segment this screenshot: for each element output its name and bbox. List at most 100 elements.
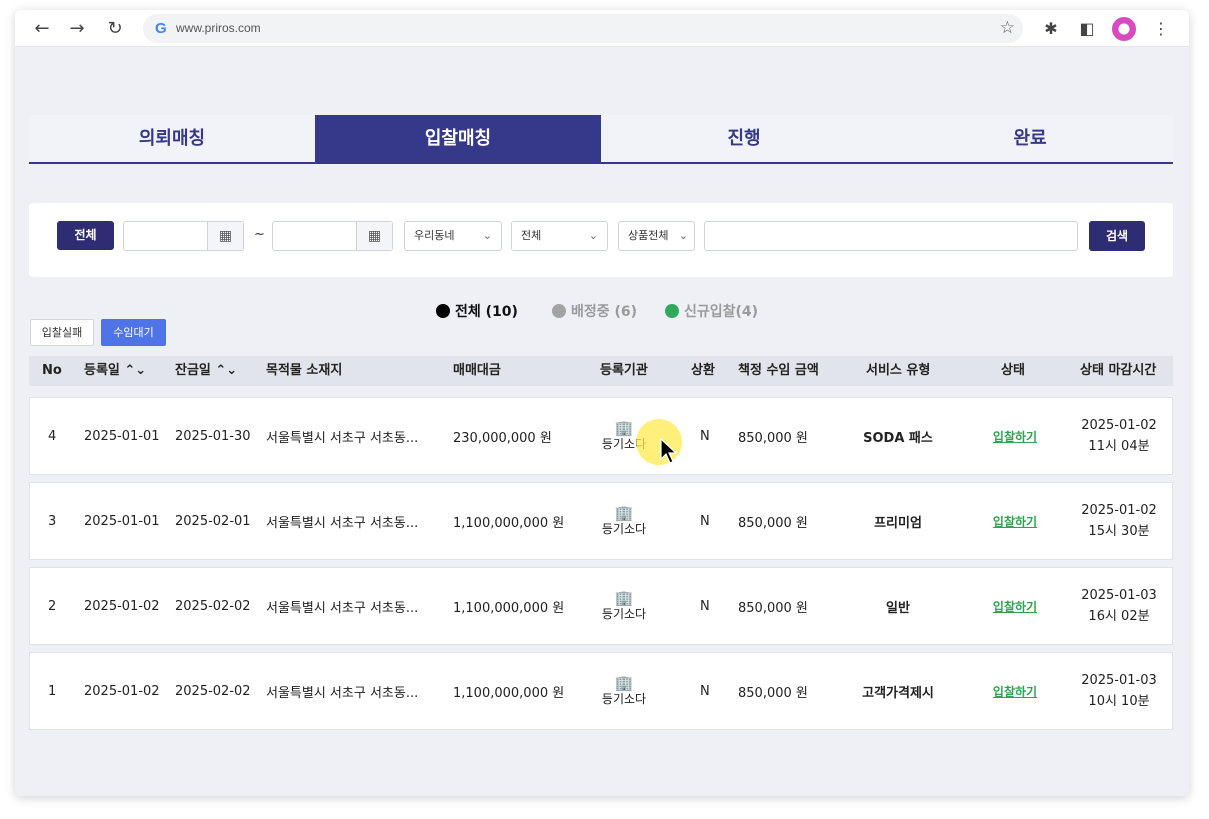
tab-bid-matching[interactable]: 입찰매칭 — [315, 115, 601, 162]
row-balance-date: 2025-02-02 — [175, 598, 251, 614]
row-agency: 🏢 등기소다 — [590, 483, 658, 559]
date-range-separator: ~ — [254, 227, 265, 242]
row-no: 2 — [48, 598, 57, 614]
profile-avatar-icon[interactable] — [1112, 17, 1136, 41]
row-deadline: 2025-01-02 11시 04분 — [1070, 398, 1168, 474]
row-service: 고객가격제시 — [862, 685, 934, 701]
col-deadline: 상태 마감시간 — [1080, 363, 1157, 378]
col-reg-date[interactable]: 등록일 ⌃⌄ — [84, 356, 146, 386]
bid-link[interactable]: 입찰하기 — [993, 428, 1037, 445]
product-select[interactable]: 상품전체 ⌄ — [618, 221, 695, 251]
forward-icon[interactable]: → — [66, 18, 88, 40]
row-no: 3 — [48, 513, 57, 529]
type-select[interactable]: 전체 ⌄ — [511, 221, 608, 251]
tab-in-progress[interactable]: 진행 — [601, 115, 887, 162]
row-status: 입찰하기 — [980, 653, 1050, 729]
row-fee: 850,000 원 — [738, 685, 808, 701]
row-location: 서울특별시 서초구 서초동... — [266, 515, 419, 531]
registry-building-icon: 🏢 — [614, 588, 634, 607]
table-row[interactable]: 1 2025-01-02 2025-02-02 서울특별시 서초구 서초동...… — [29, 652, 1173, 730]
row-repay: N — [700, 683, 710, 699]
calendar-icon[interactable]: ▦ — [356, 222, 392, 250]
row-agency-label: 등기소다 — [601, 521, 647, 536]
row-price: 1,100,000,000 원 — [453, 600, 565, 616]
deadline-time: 15시 30분 — [1088, 524, 1150, 539]
chevron-down-icon: ⌄ — [482, 229, 492, 242]
col-balance-date[interactable]: 잔금일 ⌃⌄ — [175, 356, 237, 386]
bid-link[interactable]: 입찰하기 — [993, 513, 1037, 530]
legend-assigning[interactable]: 배정중 (6) — [552, 301, 637, 321]
matching-tabs: 의뢰매칭 입찰매칭 진행 완료 — [29, 115, 1173, 164]
bookmark-star-icon[interactable]: ☆ — [1000, 18, 1015, 38]
legend-new-bid[interactable]: 신규입찰(4) — [665, 301, 758, 321]
row-balance-date: 2025-01-30 — [175, 428, 251, 444]
row-reg-date: 2025-01-02 — [84, 683, 160, 699]
more-menu-icon[interactable]: ⋮ — [1150, 18, 1172, 40]
bid-link[interactable]: 입찰하기 — [993, 683, 1037, 700]
row-repay: N — [700, 428, 710, 444]
extensions-icon[interactable]: ✱ — [1040, 18, 1062, 40]
back-icon[interactable]: ← — [31, 18, 53, 40]
all-filter-button[interactable]: 전체 — [57, 221, 114, 250]
legend-new-bid-label: 신규입찰(4) — [684, 304, 759, 320]
start-date-input[interactable]: ▦ — [123, 221, 244, 251]
tab-request-matching[interactable]: 의뢰매칭 — [29, 115, 315, 162]
awaiting-button[interactable]: 수임대기 — [101, 319, 166, 346]
table-row[interactable]: 4 2025-01-01 2025-01-30 서울특별시 서초구 서초동...… — [29, 397, 1173, 475]
col-service: 서비스 유형 — [866, 363, 931, 378]
bid-link[interactable]: 입찰하기 — [993, 598, 1037, 615]
type-select-value: 전체 — [521, 229, 542, 242]
row-agency: 🏢 등기소다 — [590, 568, 658, 644]
row-price: 1,100,000,000 원 — [453, 685, 565, 701]
reload-icon[interactable]: ↻ — [104, 18, 126, 40]
row-status: 입찰하기 — [980, 483, 1050, 559]
region-select[interactable]: 우리동네 ⌄ — [404, 221, 502, 251]
row-balance-date: 2025-02-01 — [175, 513, 251, 529]
deadline-date: 2025-01-03 — [1081, 588, 1157, 603]
search-input[interactable] — [704, 221, 1078, 251]
search-button[interactable]: 검색 — [1089, 221, 1145, 251]
row-status: 입찰하기 — [980, 398, 1050, 474]
row-service: SODA 패스 — [863, 430, 933, 446]
address-bar[interactable]: G www.priros.com ☆ — [143, 14, 1023, 43]
deadline-date: 2025-01-02 — [1081, 503, 1157, 518]
col-price: 매매대금 — [453, 363, 501, 378]
tab-completed[interactable]: 완료 — [887, 115, 1173, 162]
row-agency: 🏢 등기소다 — [590, 653, 658, 729]
deadline-date: 2025-01-03 — [1081, 673, 1157, 688]
table-header: No 등록일 ⌃⌄ 잔금일 ⌃⌄ 목적물 소재지 매매대금 등록기관 상환 책정… — [29, 356, 1173, 386]
row-service: 일반 — [886, 600, 910, 616]
row-agency-label: 등기소다 — [601, 691, 647, 706]
row-price: 230,000,000 원 — [453, 430, 552, 446]
legend-all[interactable]: 전체 (10) — [436, 301, 518, 321]
row-no: 4 — [48, 428, 57, 444]
row-location: 서울특별시 서초구 서초동... — [266, 430, 419, 446]
calendar-icon[interactable]: ▦ — [207, 222, 243, 250]
row-location: 서울특별시 서초구 서초동... — [266, 600, 419, 616]
deadline-time: 11시 04분 — [1088, 439, 1150, 454]
col-agency: 등록기관 — [600, 363, 648, 378]
row-balance-date: 2025-02-02 — [175, 683, 251, 699]
row-reg-date: 2025-01-01 — [84, 428, 160, 444]
row-fee: 850,000 원 — [738, 515, 808, 531]
url-text[interactable]: www.priros.com — [176, 21, 261, 35]
registry-building-icon: 🏢 — [614, 418, 634, 437]
deadline-time: 10시 10분 — [1088, 694, 1150, 709]
green-dot-icon — [665, 304, 679, 318]
bid-failed-button[interactable]: 입찰실패 — [30, 319, 94, 346]
google-icon: G — [155, 20, 167, 37]
col-status: 상태 — [1001, 363, 1025, 378]
row-deadline: 2025-01-03 10시 10분 — [1070, 653, 1168, 729]
table-row[interactable]: 3 2025-01-01 2025-02-01 서울특별시 서초구 서초동...… — [29, 482, 1173, 560]
row-price: 1,100,000,000 원 — [453, 515, 565, 531]
chevron-down-icon: ⌄ — [678, 229, 688, 242]
browser-window: ← → ↻ G www.priros.com ☆ ✱ ◧ ⋮ 의뢰매칭 입찰매칭… — [15, 10, 1189, 796]
registry-building-icon: 🏢 — [614, 673, 634, 692]
row-deadline: 2025-01-03 16시 02분 — [1070, 568, 1168, 644]
row-repay: N — [700, 598, 710, 614]
end-date-input[interactable]: ▦ — [272, 221, 393, 251]
row-reg-date: 2025-01-02 — [84, 598, 160, 614]
row-deadline: 2025-01-02 15시 30분 — [1070, 483, 1168, 559]
side-panel-icon[interactable]: ◧ — [1076, 18, 1098, 40]
table-row[interactable]: 2 2025-01-02 2025-02-02 서울특별시 서초구 서초동...… — [29, 567, 1173, 645]
